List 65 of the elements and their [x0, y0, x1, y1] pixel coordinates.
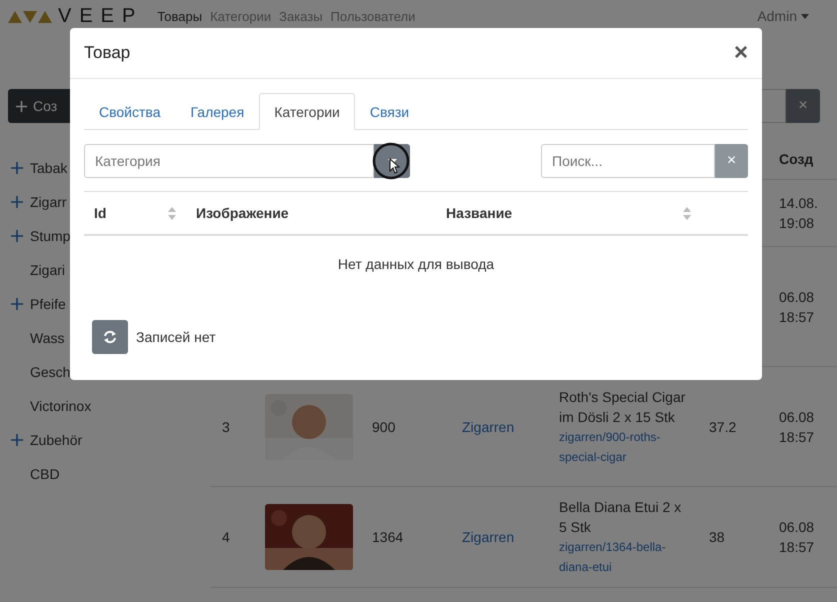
close-button[interactable]: ×	[734, 41, 748, 65]
column-header[interactable]: Id	[94, 205, 106, 221]
category-item[interactable]: Stump	[30, 228, 70, 244]
nav-link[interactable]: Пользователи	[330, 8, 416, 24]
time-text: 18:57	[779, 428, 814, 446]
date-text: 14.08.	[779, 194, 818, 213]
refresh-icon	[103, 330, 117, 344]
sort-icon[interactable]	[683, 206, 691, 220]
category-item[interactable]: Victorinox	[30, 398, 92, 414]
user-menu[interactable]: Admin	[757, 8, 809, 24]
table-cell: 3	[222, 418, 230, 434]
tab[interactable]: Связи	[354, 93, 424, 130]
time-text: 19:08	[779, 214, 816, 233]
table-cell: 4	[222, 529, 230, 545]
empty-message: Нет данных для вывода	[338, 256, 494, 272]
column-header[interactable]: Созд	[779, 151, 814, 167]
time-text: 18:57	[779, 538, 814, 557]
nav-link[interactable]: Товары	[157, 8, 202, 24]
plus-icon[interactable]	[11, 298, 23, 310]
sort-icon[interactable]	[168, 206, 176, 220]
clear-button[interactable]: ×	[786, 89, 820, 123]
logo-text: VEEP	[58, 6, 144, 26]
category-link[interactable]: Zigarren	[462, 418, 514, 434]
column-header[interactable]: Название	[446, 205, 512, 221]
nav-link[interactable]: Категории	[210, 8, 272, 24]
plus-icon[interactable]	[11, 162, 23, 174]
modal-title: Товар	[84, 43, 130, 63]
nav-link[interactable]: Заказы	[279, 8, 323, 24]
cursor-icon	[372, 142, 410, 180]
tab[interactable]: Категории	[259, 93, 355, 130]
product-link[interactable]: zigarren/900-roths-special-cigar	[559, 426, 689, 466]
time-text: 18:57	[779, 308, 814, 326]
plus-icon[interactable]	[11, 230, 23, 242]
records-count: Записей нет	[136, 329, 216, 345]
category-item[interactable]: Tabak	[30, 160, 68, 176]
table-cell: 37.2	[709, 418, 736, 434]
create-button[interactable]: Соз	[8, 89, 70, 123]
plus-icon	[16, 100, 27, 112]
category-item[interactable]: Wass	[30, 330, 64, 346]
plus-icon[interactable]	[11, 434, 23, 446]
caret-icon	[801, 14, 809, 18]
column-header[interactable]: Изображение	[196, 205, 289, 221]
plus-icon[interactable]	[11, 196, 23, 208]
category-item[interactable]: Gesch	[30, 364, 70, 380]
table-cell: 38	[709, 529, 725, 545]
category-link[interactable]: Zigarren	[462, 529, 514, 545]
date-text: 06.08	[779, 288, 814, 306]
category-item[interactable]: Zigarr	[30, 194, 67, 210]
category-item[interactable]: Zigari	[30, 262, 66, 278]
category-item[interactable]: Zubehör	[30, 432, 82, 448]
product-name: Roth's Special Cigar im Dösli 2 x 15 Stk	[559, 388, 686, 426]
search-field[interactable]: Поиск...	[541, 144, 715, 178]
table-cell: 900	[372, 418, 396, 434]
date-text: 06.08	[779, 408, 814, 426]
category-select[interactable]: Категория	[84, 144, 374, 178]
date-text: 06.08	[779, 518, 814, 537]
tab[interactable]: Галерея	[175, 93, 260, 130]
table-cell: 1364	[372, 529, 404, 545]
product-name: Bella Diana Etui 2 x 5 Stk	[559, 498, 682, 537]
tab[interactable]: Свойства	[84, 93, 176, 130]
clear-button[interactable]: ×	[715, 144, 748, 178]
refresh-button[interactable]	[92, 320, 128, 354]
product-link[interactable]: zigarren/1364-bella-diana-etui	[559, 537, 689, 577]
category-item[interactable]: Pfeife	[30, 296, 66, 312]
category-item[interactable]: CBD	[30, 466, 60, 482]
